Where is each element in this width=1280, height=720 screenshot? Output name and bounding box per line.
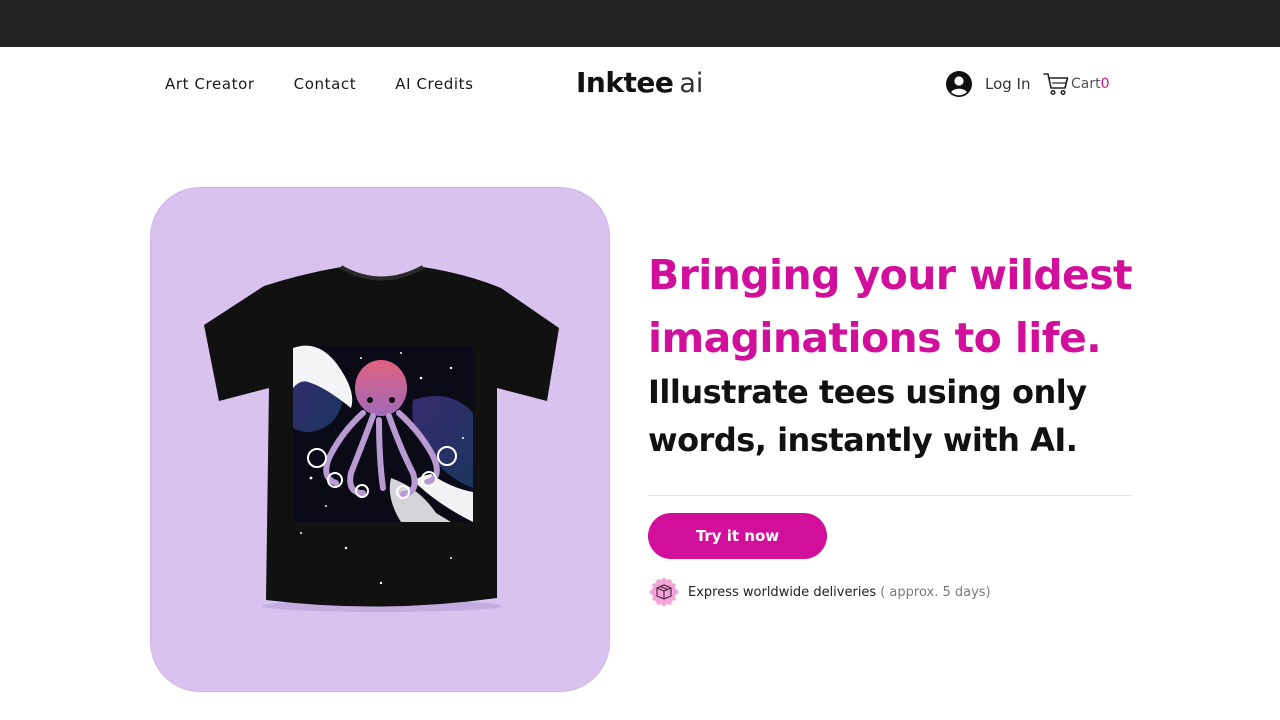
main-nav: Art Creator Contact AI Credits [165, 75, 474, 93]
delivery-text: Express worldwide deliveries [688, 584, 877, 600]
tshirt-octopus-image [204, 265, 559, 612]
hero-divider [648, 495, 1131, 496]
nav-link-art-creator[interactable]: Art Creator [165, 75, 255, 93]
browser-top-bar [0, 0, 1280, 47]
hero-headline: Bringing your wildest imaginations to li… [648, 251, 1133, 362]
package-box-icon [649, 577, 679, 607]
cart-label: Cart [1071, 76, 1101, 92]
delivery-info: Express worldwide deliveries ( approx. 5… [648, 576, 991, 608]
delivery-note: ( approx. 5 days) [880, 584, 991, 600]
nav-link-contact[interactable]: Contact [294, 75, 357, 93]
try-it-now-button[interactable]: Try it now [648, 513, 827, 559]
cart-count-badge: 0 [1100, 76, 1110, 92]
shopping-cart-icon [1043, 73, 1069, 96]
hero-image-card [150, 187, 610, 692]
logo-wordmark: Inktee [576, 66, 674, 99]
nav-link-ai-credits[interactable]: AI Credits [395, 75, 473, 93]
login-label: Log In [985, 75, 1031, 93]
user-avatar-icon [946, 71, 972, 97]
login-button[interactable]: Log In [946, 71, 1031, 97]
logo-suffix: ai [679, 68, 704, 99]
cart-button[interactable]: Cart 0 [1043, 72, 1110, 96]
site-logo[interactable]: Inktee ai [576, 66, 703, 99]
hero-subheadline: Illustrate tees using only words, instan… [648, 373, 1087, 459]
